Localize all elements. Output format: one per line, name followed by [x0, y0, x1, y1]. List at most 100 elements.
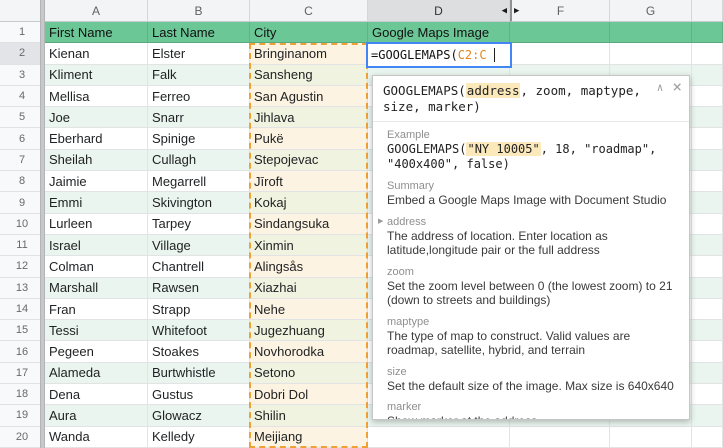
cell-empty-h[interactable] — [692, 320, 723, 342]
column-header-a[interactable]: A — [45, 0, 148, 22]
cell-city[interactable]: Alingsås — [250, 256, 368, 278]
cell-city[interactable]: Novhorodka — [250, 341, 368, 363]
row-number[interactable]: 5 — [0, 107, 45, 129]
cell-last-name[interactable]: Elster — [148, 43, 250, 65]
cell-empty-h[interactable] — [692, 107, 723, 129]
cell-first-name[interactable]: Wanda — [45, 426, 148, 448]
cell-first-name[interactable]: Joe — [45, 107, 148, 129]
cell-first-name[interactable]: Colman — [45, 256, 148, 278]
row-number[interactable]: 16 — [0, 341, 45, 363]
cell-first-name[interactable]: Aura — [45, 405, 148, 427]
cell-last-name[interactable]: Cullagh — [148, 149, 250, 172]
cell-last-name[interactable]: Glowacz — [148, 405, 250, 427]
cell-empty-h[interactable] — [692, 298, 723, 321]
cell-first-name[interactable]: Emmi — [45, 192, 148, 214]
cell-empty-h[interactable] — [692, 22, 723, 44]
cell-empty-f[interactable] — [510, 43, 610, 65]
row-number[interactable]: 17 — [0, 362, 45, 385]
cell-first-name[interactable]: Alameda — [45, 362, 148, 385]
cell-city[interactable]: Nehe — [250, 298, 368, 321]
cell-empty-g[interactable] — [610, 22, 692, 44]
row-number[interactable]: 8 — [0, 171, 45, 193]
cell-city[interactable]: Dobri Dol — [250, 384, 368, 406]
cell-last-name[interactable]: Whitefoot — [148, 320, 250, 342]
cell-empty-h[interactable] — [692, 341, 723, 363]
close-icon[interactable]: × — [672, 79, 682, 95]
cell-last-name[interactable]: Falk — [148, 64, 250, 86]
row-number[interactable]: 1 — [0, 22, 45, 44]
cell-empty-h[interactable] — [692, 43, 723, 65]
cell-empty-h[interactable] — [692, 234, 723, 257]
cell-first-name[interactable]: Eberhard — [45, 128, 148, 150]
cell-last-name[interactable]: Ferreo — [148, 85, 250, 108]
hidden-column-expand-left-icon[interactable]: ◀ — [502, 7, 507, 14]
cell-city[interactable]: Jugezhuang — [250, 320, 368, 342]
cell-city[interactable]: City — [250, 22, 368, 44]
cell-empty-h[interactable] — [692, 192, 723, 214]
row-number[interactable]: 18 — [0, 384, 45, 406]
cell-empty-f[interactable] — [510, 426, 610, 448]
collapse-icon[interactable]: ∧ — [657, 82, 664, 93]
cell-first-name[interactable]: Tessi — [45, 320, 148, 342]
cell-first-name[interactable]: Kienan — [45, 43, 148, 65]
cell-last-name[interactable]: Spinige — [148, 128, 250, 150]
row-number[interactable]: 20 — [0, 426, 45, 448]
cell-city[interactable]: Jihlava — [250, 107, 368, 129]
cell-city[interactable]: Kokaj — [250, 192, 368, 214]
cell-city[interactable]: Xiazhai — [250, 277, 368, 299]
cell-last-name[interactable]: Rawsen — [148, 277, 250, 299]
cell-city[interactable]: Pukë — [250, 128, 368, 150]
cell-city[interactable]: Sindangsuka — [250, 213, 368, 235]
row-number[interactable]: 6 — [0, 128, 45, 150]
cell-first-name[interactable]: Lurleen — [45, 213, 148, 235]
row-number[interactable]: 4 — [0, 85, 45, 108]
cell-maps-image[interactable] — [368, 426, 510, 448]
row-number[interactable]: 15 — [0, 320, 45, 342]
row-number[interactable]: 11 — [0, 234, 45, 257]
cell-first-name[interactable]: First Name — [45, 22, 148, 44]
cell-last-name[interactable]: Skivington — [148, 192, 250, 214]
row-number[interactable]: 7 — [0, 149, 45, 172]
cell-first-name[interactable]: Pegeen — [45, 341, 148, 363]
cell-empty-h[interactable] — [692, 362, 723, 385]
cell-first-name[interactable]: Israel — [45, 234, 148, 257]
cell-city[interactable]: Bringinanom — [250, 43, 368, 65]
cell-city[interactable]: Xinmin — [250, 234, 368, 257]
row-number[interactable]: 9 — [0, 192, 45, 214]
select-all-corner[interactable] — [0, 0, 45, 22]
cell-empty-h[interactable] — [692, 277, 723, 299]
cell-last-name[interactable]: Gustus — [148, 384, 250, 406]
row-number[interactable]: 13 — [0, 277, 45, 299]
cell-city[interactable]: Stepojevac — [250, 149, 368, 172]
cell-empty-h[interactable] — [692, 85, 723, 108]
cell-empty-h[interactable] — [692, 213, 723, 235]
cell-first-name[interactable]: Mellisa — [45, 85, 148, 108]
cell-first-name[interactable]: Marshall — [45, 277, 148, 299]
cell-last-name[interactable]: Stoakes — [148, 341, 250, 363]
cell-maps-image[interactable]: Google Maps Image — [368, 22, 510, 44]
cell-last-name[interactable]: Chantrell — [148, 256, 250, 278]
column-header-h[interactable] — [692, 0, 723, 22]
cell-city[interactable]: Sansheng — [250, 64, 368, 86]
cell-first-name[interactable]: Jaimie — [45, 171, 148, 193]
cell-last-name[interactable]: Megarrell — [148, 171, 250, 193]
cell-city[interactable]: Setono — [250, 362, 368, 385]
cell-empty-h[interactable] — [692, 384, 723, 406]
cell-last-name[interactable]: Kelledy — [148, 426, 250, 448]
row-number[interactable]: 19 — [0, 405, 45, 427]
cell-last-name[interactable]: Last Name — [148, 22, 250, 44]
cell-first-name[interactable]: Fran — [45, 298, 148, 321]
cell-city[interactable]: Shilin — [250, 405, 368, 427]
cell-empty-g[interactable] — [610, 43, 692, 65]
cell-empty-h[interactable] — [692, 149, 723, 172]
cell-first-name[interactable]: Sheilah — [45, 149, 148, 172]
cell-empty-h[interactable] — [692, 426, 723, 448]
column-header-f[interactable]: ▶ F — [510, 0, 610, 22]
cell-empty-f[interactable] — [510, 22, 610, 44]
hidden-column-expand-right-icon[interactable]: ▶ — [514, 7, 519, 14]
cell-first-name[interactable]: Dena — [45, 384, 148, 406]
cell-city[interactable]: San Agustin — [250, 85, 368, 108]
column-header-g[interactable]: G — [610, 0, 692, 22]
cell-empty-g[interactable] — [610, 426, 692, 448]
column-header-d[interactable]: D ◀ — [368, 0, 510, 22]
